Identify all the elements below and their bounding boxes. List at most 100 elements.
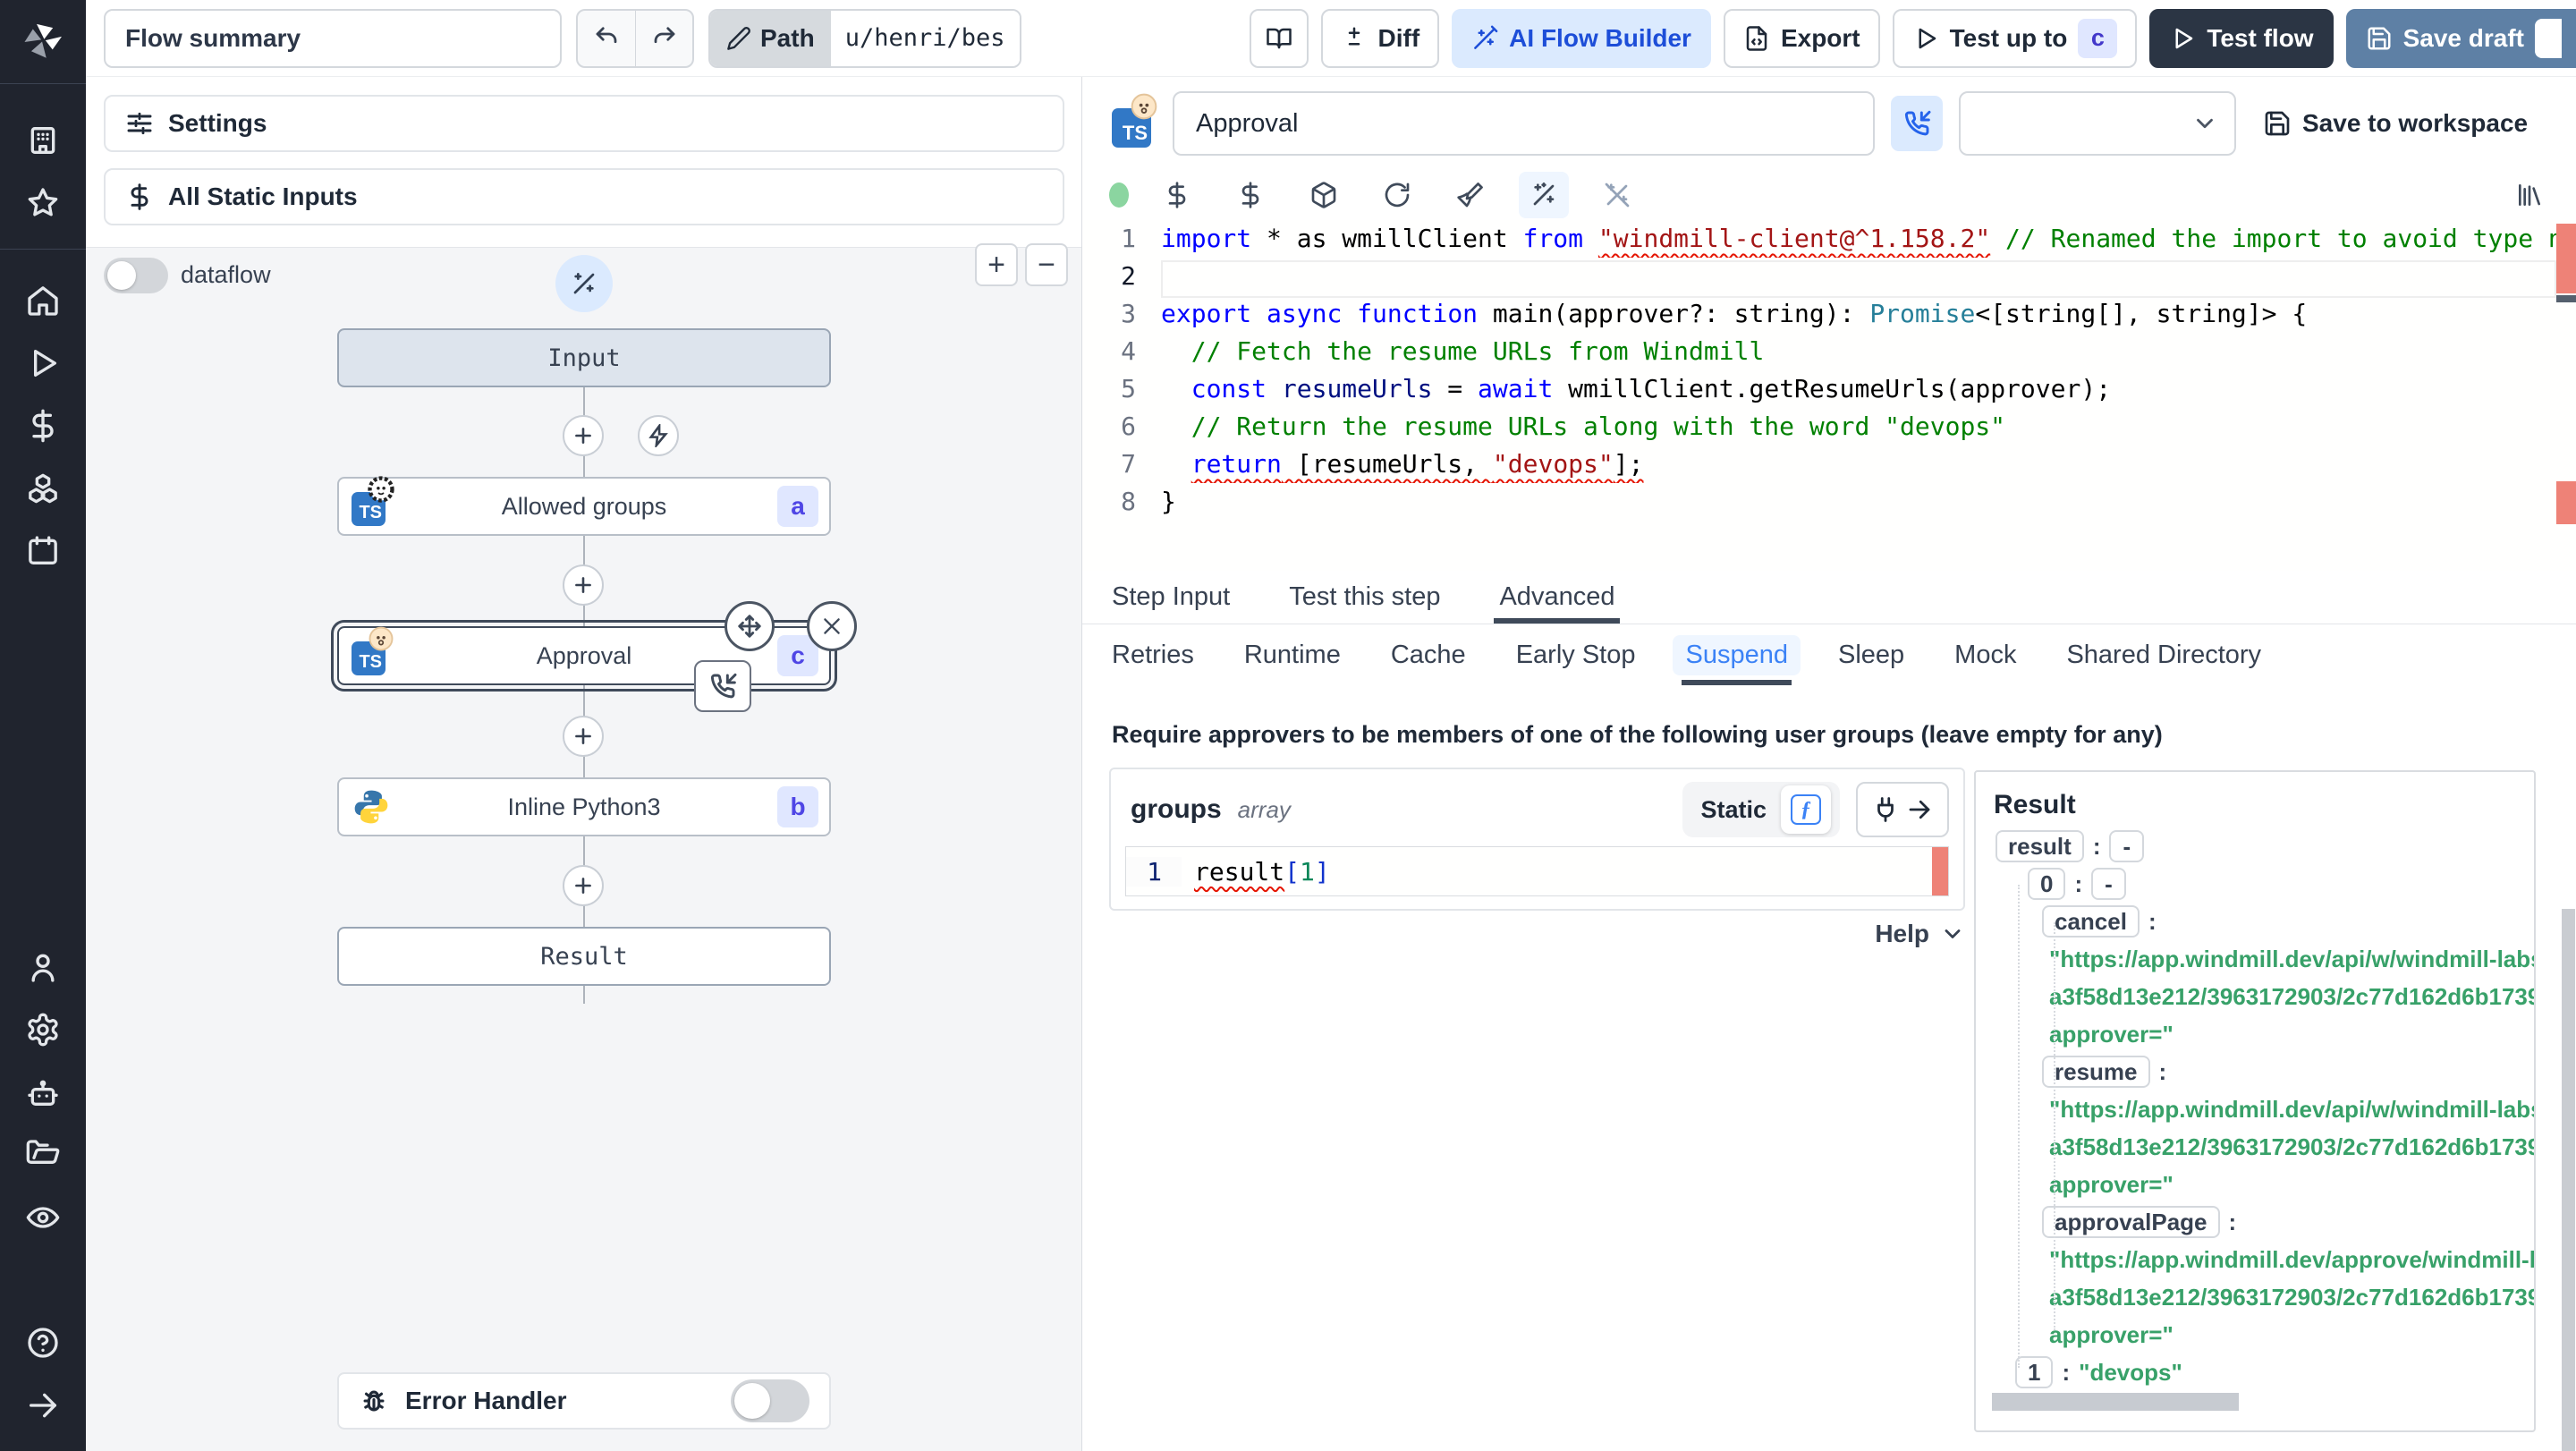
all-static-inputs-button[interactable]: All Static Inputs	[104, 168, 1064, 225]
subtab-shared-directory[interactable]: Shared Directory	[2066, 624, 2261, 685]
favorites-star-icon[interactable]	[0, 172, 86, 234]
zoom-in-button[interactable]: +	[975, 243, 1018, 286]
add-step-button-3[interactable]	[563, 716, 604, 757]
subtab-runtime[interactable]: Runtime	[1244, 624, 1341, 685]
suspend-approval-button[interactable]	[1891, 96, 1943, 151]
zoom-out-button[interactable]: −	[1025, 243, 1068, 286]
collapse-sidebar-arrow-icon[interactable]	[0, 1374, 86, 1437]
subtab-retries[interactable]: Retries	[1112, 624, 1194, 685]
ai-graph-wand-button[interactable]	[555, 255, 613, 312]
code-line: import * as wmillClient from "windmill-c…	[1161, 224, 2576, 253]
help-icon[interactable]	[0, 1311, 86, 1374]
static-expr-toggle[interactable]: Static ƒ	[1682, 782, 1840, 837]
code-line: // Return the resume URLs along with the…	[1191, 412, 2006, 441]
flow-settings-button[interactable]: Settings	[104, 95, 1064, 152]
flow-graph-panel: Settings All Static Inputs dataflow + − …	[86, 77, 1082, 1451]
connect-input-button[interactable]	[1856, 782, 1949, 837]
json-key[interactable]: result	[1996, 830, 2084, 862]
export-button[interactable]: Export	[1723, 8, 1880, 68]
ai-disabled-wand-off-button[interactable]	[1592, 172, 1642, 218]
tag-select[interactable]	[1959, 91, 2236, 156]
dataflow-toggle[interactable]	[104, 258, 168, 293]
json-string-value: approver="	[2049, 1020, 2174, 1048]
step-name-input[interactable]	[1173, 91, 1875, 156]
redo-button[interactable]	[635, 10, 692, 66]
runs-play-icon[interactable]	[0, 332, 86, 395]
json-key[interactable]: approvalPage	[2042, 1206, 2220, 1238]
resources-boxes-icon[interactable]	[0, 457, 86, 520]
close-icon	[824, 618, 840, 634]
home-icon[interactable]	[0, 269, 86, 332]
delete-step-button[interactable]	[807, 601, 857, 651]
audit-eye-icon[interactable]	[0, 1186, 86, 1249]
function-icon: ƒ	[1791, 794, 1821, 825]
workers-robot-icon[interactable]	[0, 1061, 86, 1124]
workspace-icon[interactable]	[0, 109, 86, 172]
tab-advanced[interactable]: Advanced	[1494, 571, 1621, 624]
variables-dollar-button[interactable]	[1152, 172, 1202, 218]
save-draft-button[interactable]: Save draft	[2345, 8, 2576, 68]
json-key[interactable]: resume	[2042, 1056, 2150, 1088]
test-flow-button[interactable]: Test flow	[2149, 8, 2334, 68]
pencil-icon	[727, 26, 750, 50]
json-key[interactable]: cancel	[2042, 905, 2140, 938]
add-trigger-button[interactable]	[638, 415, 679, 456]
subtab-cache[interactable]: Cache	[1391, 624, 1466, 685]
reload-button[interactable]	[1372, 172, 1422, 218]
groups-expression-editor[interactable]: 1 result[1]	[1125, 846, 1949, 896]
add-step-button-4[interactable]	[563, 865, 604, 906]
diff-button[interactable]: Diff	[1320, 8, 1440, 68]
flow-node-result[interactable]: Result	[337, 927, 831, 986]
add-step-button-1[interactable]	[563, 415, 604, 456]
format-brush-button[interactable]	[1445, 172, 1496, 218]
subtab-mock[interactable]: Mock	[1954, 624, 2016, 685]
tab-test-this-step[interactable]: Test this step	[1289, 571, 1440, 624]
error-handler-toggle[interactable]	[731, 1379, 809, 1422]
add-step-button-2[interactable]	[563, 564, 604, 606]
chevron-down-icon	[1945, 929, 1961, 938]
variables-dollar-icon[interactable]	[0, 395, 86, 457]
path-value: u/henri/bes	[830, 10, 1020, 66]
flow-summary-input[interactable]	[104, 8, 562, 68]
result-horizontal-scrollbar[interactable]	[1992, 1393, 2239, 1411]
collapse-button[interactable]: -	[2109, 830, 2145, 862]
ai-assistant-wand-button[interactable]	[1519, 172, 1569, 218]
users-icon[interactable]	[0, 936, 86, 998]
schedules-calendar-icon[interactable]	[0, 520, 86, 582]
package-button[interactable]	[1299, 172, 1349, 218]
save-to-workspace-button[interactable]: Save to workspace	[2263, 109, 2528, 138]
subtab-suspend[interactable]: Suspend	[1673, 624, 1801, 685]
library-button[interactable]	[2504, 172, 2555, 218]
move-step-button[interactable]	[724, 601, 775, 651]
docs-book-button[interactable]	[1249, 8, 1309, 68]
tab-step-input[interactable]: Step Input	[1112, 571, 1230, 624]
suspend-tab-content: Require approvers to be members of one o…	[1082, 685, 2576, 1451]
step-id-badge: b	[777, 786, 818, 827]
flow-node-allowed-groups[interactable]: TS Allowed groups a	[337, 476, 831, 536]
panel-scrollbar[interactable]	[2560, 77, 2576, 1451]
result-title: Result	[1994, 790, 2076, 819]
windmill-logo[interactable]	[0, 0, 86, 84]
code-editor[interactable]: 1 import * as wmillClient from "windmill-…	[1082, 220, 2576, 571]
flow-node-inline-python3[interactable]: Inline Python3 b	[337, 777, 831, 836]
subtab-early-stop[interactable]: Early Stop	[1516, 624, 1636, 685]
undo-button[interactable]	[578, 11, 635, 66]
flow-path-control[interactable]: Path u/henri/bes	[708, 8, 1021, 68]
test-up-to-button[interactable]: Test up to c	[1892, 8, 2138, 68]
settings-gear-icon[interactable]	[0, 998, 86, 1061]
help-dropdown[interactable]: Help	[1109, 920, 1965, 948]
folders-icon[interactable]	[0, 1124, 86, 1186]
code-line: const resumeUrls = await wmillClient.get…	[1191, 374, 2112, 403]
save-icon	[2265, 111, 2290, 136]
suspend-phone-indicator[interactable]	[694, 660, 751, 712]
status-dot	[1109, 182, 1129, 208]
json-key[interactable]: 0	[2028, 868, 2066, 900]
json-key[interactable]: 1	[2015, 1356, 2054, 1388]
resources-dollar-button[interactable]	[1225, 172, 1275, 218]
subtab-sleep[interactable]: Sleep	[1838, 624, 1904, 685]
flow-node-input[interactable]: Input	[337, 328, 831, 387]
ai-flow-builder-button[interactable]: AI Flow Builder	[1452, 8, 1711, 68]
chevron-down-icon	[2197, 118, 2213, 129]
collapse-button[interactable]: -	[2091, 868, 2126, 900]
zap-icon	[648, 424, 668, 447]
